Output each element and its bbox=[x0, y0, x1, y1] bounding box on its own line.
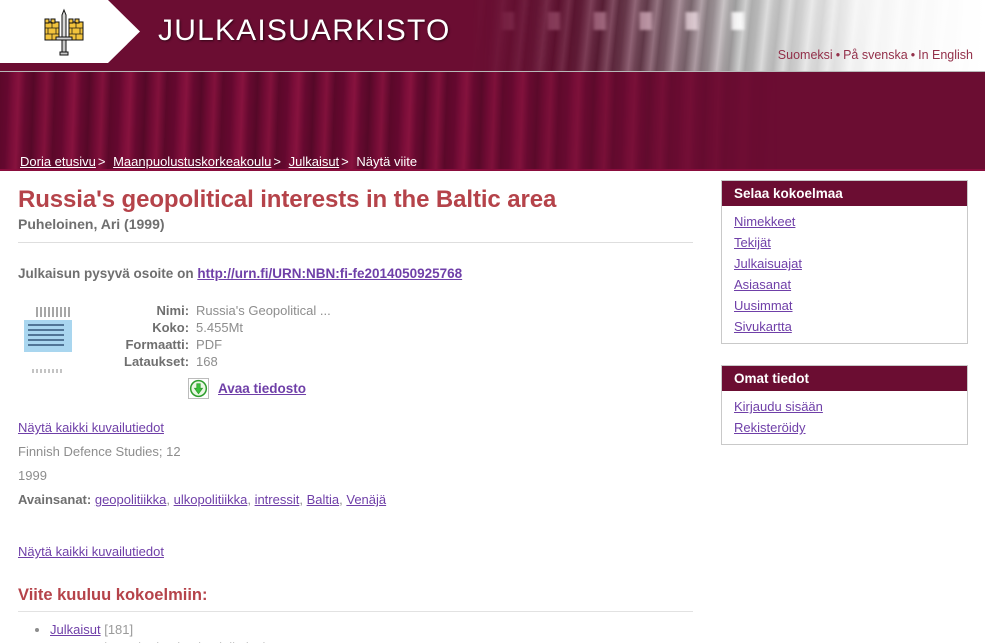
sidebar-item-kirjaudu-sisaan[interactable]: Kirjaudu sisään bbox=[734, 399, 823, 414]
search-banner: Doria etusivu > Maanpuolustuskorkeakoulu >… bbox=[0, 71, 985, 171]
file-field-key-koko: Koko: bbox=[152, 320, 190, 336]
keyword-ulkopolitiikka[interactable]: ulkopolitiikka bbox=[174, 492, 248, 507]
show-all-metadata-link-bottom[interactable]: Näytä kaikki kuvailutiedot bbox=[18, 544, 698, 559]
permalink-row: Julkaisun pysyvä osoite on http://urn.fi… bbox=[18, 266, 698, 281]
thumbnail-text-lines bbox=[28, 324, 64, 347]
breadcrumb: Doria etusivu > Maanpuolustuskorkeakoulu >… bbox=[20, 154, 417, 169]
pdf-cover-thumbnail[interactable] bbox=[20, 303, 76, 380]
fortress-sword-emblem-icon bbox=[44, 8, 84, 56]
keyword-sep-1: , bbox=[166, 492, 174, 508]
list-item: Julkaisut [181] Maanpuolustuskorkeakoulu… bbox=[50, 621, 698, 643]
file-metadata-table: Nimi: Russia's Geopolitical ... Koko: 5.… bbox=[124, 303, 331, 371]
item-author: Puheloinen, Ari (1999) bbox=[18, 216, 165, 233]
table-row: Lataukset: 168 bbox=[124, 354, 331, 371]
page-body: Russia's geopolitical interests in the B… bbox=[0, 171, 985, 643]
breadcrumb-item-current: Näytä viite bbox=[356, 154, 418, 169]
panel-title-browse-collection: Selaa kokoelmaa bbox=[722, 181, 967, 206]
thumbnail-footer-lines bbox=[32, 369, 64, 374]
panel-body-browse-collection: Nimekkeet Tekijät Julkaisuajat Asiasanat… bbox=[722, 206, 967, 343]
breadcrumb-separator-3: > bbox=[341, 154, 349, 169]
breadcrumb-item-doria-etusivu[interactable]: Doria etusivu bbox=[20, 154, 96, 169]
item-series: Finnish Defence Studies; 12 bbox=[18, 444, 181, 460]
breadcrumb-item-maanpuolustuskorkeakoulu[interactable]: Maanpuolustuskorkeakoulu bbox=[113, 154, 271, 169]
page-title: Russia's geopolitical interests in the B… bbox=[18, 186, 557, 213]
sidebar-item-nimekkeet[interactable]: Nimekkeet bbox=[734, 214, 795, 229]
table-row: Koko: 5.455Mt bbox=[124, 320, 331, 337]
panel-browse-collection: Selaa kokoelmaa Nimekkeet Tekijät Julkai… bbox=[721, 180, 968, 344]
language-link-fi[interactable]: Suomeksi bbox=[778, 48, 833, 62]
keyword-sep-2: , bbox=[247, 492, 255, 508]
keyword-baltia[interactable]: Baltia bbox=[307, 492, 340, 507]
sidebar-item-sivukartta[interactable]: Sivukartta bbox=[734, 319, 792, 334]
file-field-key-formaatti: Formaatti: bbox=[125, 337, 190, 353]
collections-heading: Viite kuuluu kokoelmiin: bbox=[18, 586, 208, 605]
file-field-value-nimi: Russia's Geopolitical ... bbox=[196, 303, 331, 319]
keyword-venaja[interactable]: Venäjä bbox=[346, 492, 386, 507]
collections-list: Julkaisut [181] Maanpuolustuskorkeakoulu… bbox=[18, 621, 698, 643]
download-circle-icon bbox=[188, 378, 209, 400]
keyword-sep-3: , bbox=[299, 492, 307, 508]
collection-link-julkaisut[interactable]: Julkaisut bbox=[50, 622, 101, 637]
table-row: Formaatti: PDF bbox=[124, 337, 331, 354]
keyword-intressit[interactable]: intressit bbox=[255, 492, 300, 507]
file-field-key-nimi: Nimi: bbox=[156, 303, 190, 319]
language-switcher: Suomeksi • På svenska • In English bbox=[778, 48, 973, 62]
table-row: Nimi: Russia's Geopolitical ... bbox=[124, 303, 331, 320]
breadcrumb-separator-1: > bbox=[97, 154, 106, 169]
thumbnail-header-lines bbox=[36, 307, 70, 318]
keywords-label: Avainsanat: bbox=[18, 492, 92, 508]
sidebar-item-asiasanat[interactable]: Asiasanat bbox=[734, 277, 791, 292]
file-field-key-lataukset: Lataukset: bbox=[124, 354, 190, 370]
main-content: Russia's geopolitical interests in the B… bbox=[18, 186, 698, 643]
sidebar: Selaa kokoelmaa Nimekkeet Tekijät Julkai… bbox=[721, 180, 968, 466]
item-year: 1999 bbox=[18, 468, 47, 484]
show-all-metadata-link-top[interactable]: Näytä kaikki kuvailutiedot bbox=[18, 420, 698, 435]
panel-body-my-account: Kirjaudu sisään Rekisteröidy bbox=[722, 391, 967, 444]
permalink-label: Julkaisun pysyvä osoite on bbox=[18, 266, 194, 282]
sidebar-item-julkaisuajat[interactable]: Julkaisuajat bbox=[734, 256, 802, 271]
language-link-sv[interactable]: På svenska bbox=[843, 48, 908, 62]
site-title: JULKAISUARKISTO bbox=[158, 14, 451, 47]
permalink-link[interactable]: http://urn.fi/URN:NBN:fi-fe2014050925768 bbox=[197, 266, 462, 281]
open-file-link[interactable]: Avaa tiedosto bbox=[218, 381, 306, 396]
breadcrumb-item-julkaisut[interactable]: Julkaisut bbox=[289, 154, 340, 169]
site-header: JULKAISUARKISTO Suomeksi • På svenska • In E… bbox=[0, 0, 985, 71]
collection-description: Maanpuolustuskorkeakoulun julkaisuja bbox=[50, 639, 698, 643]
panel-my-account: Omat tiedot Kirjaudu sisään Rekisteröidy bbox=[721, 365, 968, 445]
language-separator-1: • bbox=[835, 48, 841, 62]
panel-title-my-account: Omat tiedot bbox=[722, 366, 967, 391]
open-file-row: Avaa tiedosto bbox=[188, 378, 331, 400]
language-link-en[interactable]: In English bbox=[918, 48, 973, 62]
keyword-geopolitiikka[interactable]: geopolitiikka bbox=[95, 492, 167, 507]
file-field-value-koko: 5.455Mt bbox=[196, 320, 244, 336]
collection-count: [181] bbox=[104, 622, 134, 638]
file-field-value-lataukset: 168 bbox=[196, 354, 218, 370]
keywords-row: Avainsanat: geopolitiikka, ulkopolitiikk… bbox=[18, 492, 698, 507]
file-block: Nimi: Russia's Geopolitical ... Koko: 5.… bbox=[18, 303, 698, 400]
sidebar-item-rekisteroidy[interactable]: Rekisteröidy bbox=[734, 420, 806, 435]
language-separator-2: • bbox=[910, 48, 916, 62]
file-field-value-formaatti: PDF bbox=[196, 337, 223, 353]
file-metadata: Nimi: Russia's Geopolitical ... Koko: 5.… bbox=[124, 303, 331, 400]
title-divider bbox=[18, 242, 693, 244]
breadcrumb-separator-2: > bbox=[273, 154, 281, 169]
sidebar-item-tekijat[interactable]: Tekijät bbox=[734, 235, 771, 250]
collections-divider bbox=[18, 611, 693, 613]
sidebar-item-uusimmat[interactable]: Uusimmat bbox=[734, 298, 793, 313]
